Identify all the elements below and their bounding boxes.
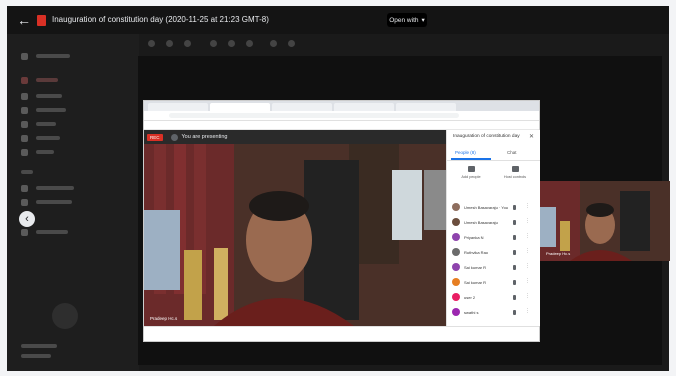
meet-bottom-bar	[144, 326, 539, 341]
more-options-icon[interactable]: ⋮	[525, 218, 530, 224]
add-person-icon	[467, 166, 475, 172]
mic-icon[interactable]	[513, 265, 516, 270]
close-icon[interactable]: ✕	[529, 133, 534, 140]
avatar	[452, 248, 460, 256]
participant-name: Umesh Basavaraju	[464, 220, 498, 225]
participant-row[interactable]: Ruthvika Rao ⋮	[447, 245, 540, 260]
browser-bookmarks-bar	[144, 121, 539, 130]
recorded-browser-window: REC You are presenting Pradeep Hc.s Inau…	[143, 100, 540, 342]
participant-thumbnail: Pradeep Hc.s	[540, 181, 670, 261]
participant-row[interactable]: Sai kumar R ⋮	[447, 260, 540, 275]
participant-name: Sai kumar R	[464, 280, 487, 285]
tab-chat[interactable]: Chat	[507, 150, 517, 155]
mic-icon[interactable]	[513, 205, 516, 210]
avatar	[452, 233, 460, 241]
arrow-left-icon[interactable]: ←	[17, 12, 31, 28]
panel-title: Inauguration of constitution day	[453, 134, 520, 139]
more-options-icon[interactable]: ⋮	[525, 278, 530, 284]
participant-name: Ruthvika Rao	[464, 250, 489, 255]
host-controls-button[interactable]: Host controls	[495, 166, 535, 179]
active-tab-indicator	[451, 158, 491, 160]
more-options-icon[interactable]: ⋮	[525, 233, 530, 239]
participant-row[interactable]: user 2 ⋮	[447, 290, 540, 305]
mic-icon[interactable]	[513, 235, 516, 240]
avatar	[452, 293, 460, 301]
add-people-button[interactable]: Add people	[451, 166, 491, 179]
mic-icon[interactable]	[513, 310, 516, 315]
present-screen-icon	[170, 133, 178, 141]
file-title: Inauguration of constitution day (2020-1…	[52, 15, 269, 24]
rec-badge: REC	[147, 133, 163, 141]
presenter-name: Pradeep Hc.s	[150, 316, 178, 321]
avatar	[52, 303, 78, 329]
participant-name: user 2	[464, 295, 476, 300]
avatar	[452, 218, 460, 226]
more-options-icon[interactable]: ⋮	[525, 203, 530, 209]
add-people-label: Add people	[461, 175, 481, 179]
browser-tab-strip	[144, 101, 539, 111]
participant-name: Umesh Basavaraju · You	[464, 205, 509, 210]
mic-icon[interactable]	[513, 295, 516, 300]
mic-icon[interactable]	[513, 250, 516, 255]
host-controls-icon	[511, 166, 519, 172]
participant-name: swathi s	[464, 310, 479, 315]
open-with-label: Open with	[389, 16, 419, 24]
viewer-topbar: ← Inauguration of constitution day (2020…	[7, 6, 669, 34]
presenter-video: REC You are presenting Pradeep Hc.s	[144, 130, 446, 326]
participant-name: Sai kumar R	[464, 265, 487, 270]
chevron-down-icon: ▾	[421, 17, 425, 24]
chevron-left-icon[interactable]: ‹	[19, 211, 35, 227]
presenting-status: You are presenting	[181, 134, 228, 140]
browser-url-bar	[144, 111, 539, 121]
participant-row[interactable]: Priyanka N ⋮	[447, 230, 540, 245]
panel-actions: Add people Host controls	[447, 166, 540, 186]
open-with-button[interactable]: Open with ▾	[387, 13, 427, 27]
people-panel: Inauguration of constitution day ✕ Peopl…	[446, 130, 540, 326]
video-file-icon	[37, 15, 46, 26]
mic-icon[interactable]	[513, 220, 516, 225]
thumbnail-name: Pradeep Hc.s	[546, 251, 571, 256]
more-options-icon[interactable]: ⋮	[525, 293, 530, 299]
participant-row[interactable]: Umesh Basavaraju ⋮	[447, 215, 540, 230]
more-options-icon[interactable]: ⋮	[525, 263, 530, 269]
participant-row[interactable]: Umesh Basavaraju · You ⋮	[447, 200, 540, 215]
participant-row[interactable]: swathi s ⋮	[447, 305, 540, 320]
panel-tabs: People (8) Chat	[447, 146, 540, 161]
participant-name: Priyanka N	[464, 235, 484, 240]
avatar	[452, 278, 460, 286]
participant-row[interactable]: Sai kumar R ⋮	[447, 275, 540, 290]
avatar	[452, 308, 460, 316]
more-options-icon[interactable]: ⋮	[525, 248, 530, 254]
more-options-icon[interactable]: ⋮	[525, 308, 530, 314]
host-controls-label: Host controls	[503, 175, 527, 179]
avatar	[452, 203, 460, 211]
tab-people[interactable]: People (8)	[455, 150, 476, 155]
presenting-bar: REC You are presenting	[144, 130, 446, 144]
avatar	[452, 263, 460, 271]
mic-icon[interactable]	[513, 280, 516, 285]
participant-list: Umesh Basavaraju · You ⋮ Umesh Basavaraju ⋮…	[447, 200, 540, 320]
